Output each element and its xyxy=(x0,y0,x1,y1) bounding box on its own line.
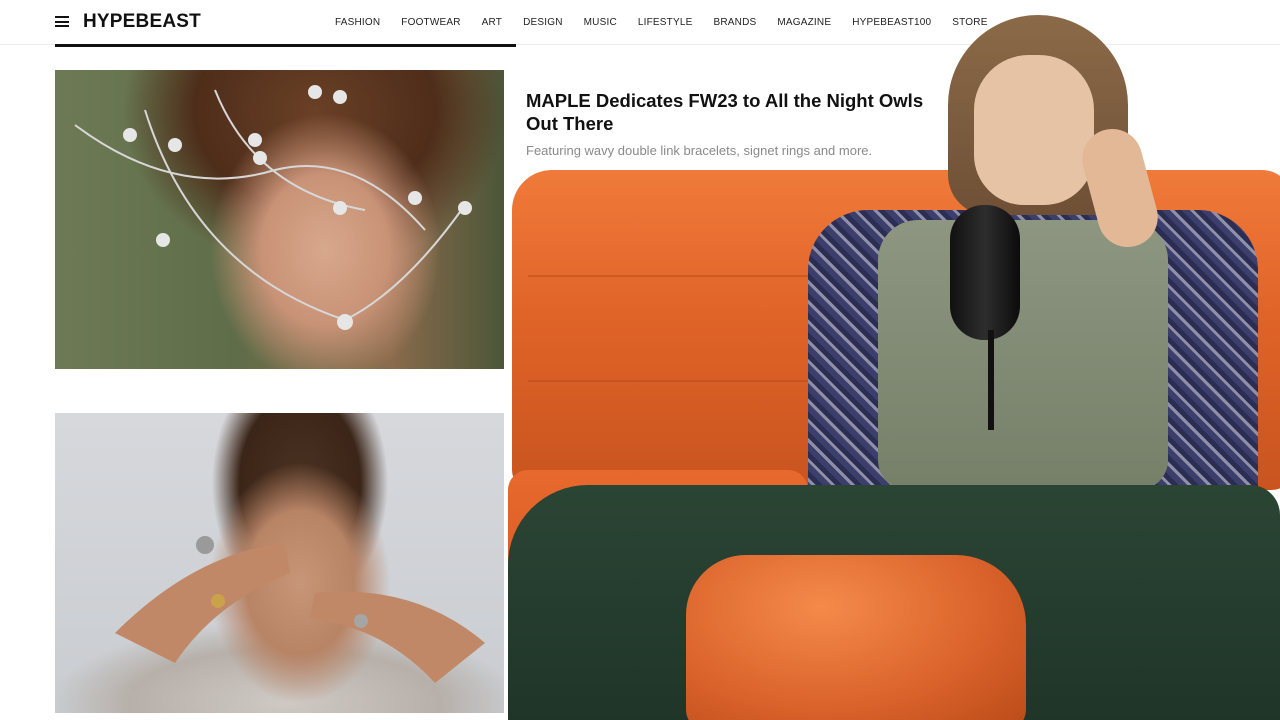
hamburger-menu-icon[interactable] xyxy=(55,16,69,27)
hands-overlay xyxy=(115,536,485,683)
article-image-face-chain[interactable] xyxy=(55,70,504,369)
microphone-icon xyxy=(950,205,1020,340)
mic-cable xyxy=(988,330,994,430)
active-section-underline xyxy=(55,44,516,47)
nav-item-footwear[interactable]: FOOTWEAR xyxy=(401,17,460,28)
video-overlay-host xyxy=(508,0,1280,720)
nav-item-art[interactable]: ART xyxy=(482,17,502,28)
person-face xyxy=(974,55,1094,205)
nav-item-fashion[interactable]: FASHION xyxy=(335,17,380,28)
article-image-hands-rings[interactable] xyxy=(55,413,504,713)
knit-vest xyxy=(878,220,1168,490)
orange-cushion xyxy=(686,555,1026,720)
jewelry-chain-overlay xyxy=(74,85,472,330)
site-logo[interactable]: HYPEBEAST xyxy=(83,11,201,33)
